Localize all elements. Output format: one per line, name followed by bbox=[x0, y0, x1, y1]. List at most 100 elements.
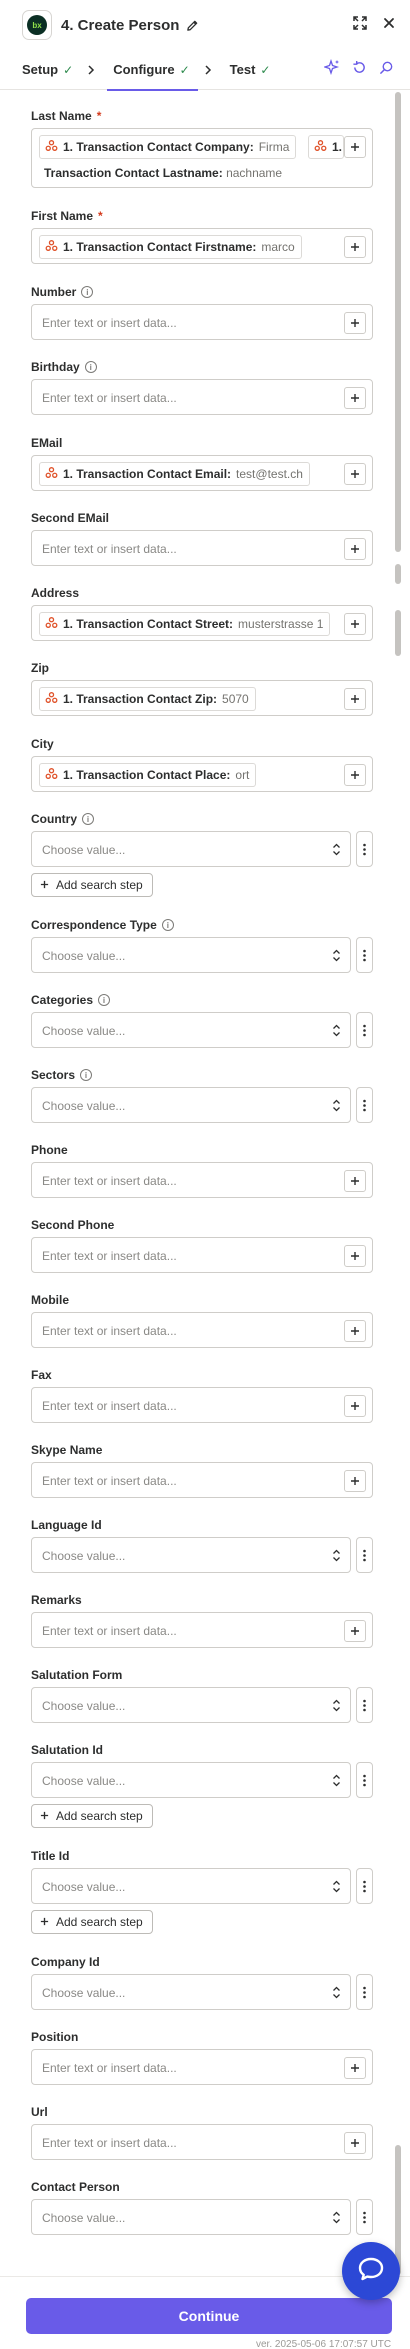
data-pill[interactable]: 1. bbox=[308, 135, 344, 159]
city-input[interactable]: 1. Transaction Contact Place: ort bbox=[31, 756, 373, 792]
tab-test[interactable]: Test ✓ bbox=[230, 50, 271, 90]
insert-data-button[interactable] bbox=[344, 136, 366, 158]
info-icon[interactable]: i bbox=[161, 919, 174, 931]
skype-name-input[interactable]: Enter text or insert data... bbox=[31, 1462, 373, 1498]
info-icon[interactable]: i bbox=[98, 994, 111, 1006]
language-id-select[interactable]: Choose value... bbox=[31, 1537, 351, 1573]
insert-data-button[interactable] bbox=[344, 1395, 366, 1417]
remarks-input[interactable]: Enter text or insert data... bbox=[31, 1612, 373, 1648]
more-options-button[interactable] bbox=[356, 1762, 373, 1798]
phone-input[interactable]: Enter text or insert data... bbox=[31, 1162, 373, 1198]
pill-value: marco bbox=[261, 240, 295, 254]
tab-configure[interactable]: Configure ✓ bbox=[107, 50, 199, 91]
field-label: Country bbox=[31, 812, 77, 826]
insert-data-button[interactable] bbox=[344, 1470, 366, 1492]
field-label: Sectors bbox=[31, 1068, 76, 1082]
title-id-select[interactable]: Choose value... bbox=[31, 1868, 351, 1904]
data-pill[interactable]: 1. Transaction Contact Company: Firma bbox=[39, 135, 297, 159]
field-label: Second EMail bbox=[31, 511, 110, 525]
refresh-icon[interactable] bbox=[352, 60, 367, 80]
correspondence-type-select[interactable]: Choose value... bbox=[31, 937, 351, 973]
insert-data-button[interactable] bbox=[344, 1620, 366, 1642]
more-options-button[interactable] bbox=[356, 1537, 373, 1573]
trigger-app-icon bbox=[45, 691, 58, 707]
more-options-button[interactable] bbox=[356, 1687, 373, 1723]
field-label: Salutation Id bbox=[31, 1743, 103, 1757]
more-options-button[interactable] bbox=[356, 1868, 373, 1904]
continue-button[interactable]: Continue bbox=[26, 2298, 392, 2334]
insert-data-button[interactable] bbox=[344, 688, 366, 710]
insert-data-button[interactable] bbox=[344, 764, 366, 786]
field-label: Correspondence Type bbox=[31, 918, 157, 932]
data-pill[interactable]: 1. Transaction Contact Street: musterstr… bbox=[39, 612, 331, 636]
data-pill-wrapped[interactable]: Transaction Contact Lastname: nachname bbox=[44, 166, 282, 180]
email-input[interactable]: 1. Transaction Contact Email: test@test.… bbox=[31, 455, 373, 491]
company-id-select[interactable]: Choose value... bbox=[31, 1974, 351, 2010]
tab-setup[interactable]: Setup ✓ bbox=[22, 50, 73, 90]
insert-data-button[interactable] bbox=[344, 613, 366, 635]
insert-data-button[interactable] bbox=[344, 2132, 366, 2154]
insert-data-button[interactable] bbox=[344, 1320, 366, 1342]
position-input[interactable]: Enter text or insert data... bbox=[31, 2049, 373, 2085]
more-options-button[interactable] bbox=[356, 1012, 373, 1048]
field-position: Position Enter text or insert data... bbox=[31, 2029, 373, 2085]
input-placeholder: Enter text or insert data... bbox=[42, 1474, 177, 1488]
sparkle-icon[interactable] bbox=[322, 58, 340, 80]
info-icon[interactable]: i bbox=[81, 286, 94, 298]
contact-person-select[interactable]: Choose value... bbox=[31, 2199, 351, 2235]
add-search-step-button[interactable]: Add search step bbox=[31, 1910, 153, 1934]
add-search-step-button[interactable]: Add search step bbox=[31, 1804, 153, 1828]
more-options-button[interactable] bbox=[356, 831, 373, 867]
salutation-id-select[interactable]: Choose value... bbox=[31, 1762, 351, 1798]
pencil-icon[interactable] bbox=[186, 19, 199, 32]
mobile-input[interactable]: Enter text or insert data... bbox=[31, 1312, 373, 1348]
last-name-input[interactable]: 1. Transaction Contact Company: Firma 1.… bbox=[31, 128, 373, 188]
chevron-updown-icon bbox=[332, 1699, 341, 1717]
field-address: Address 1. Transaction Contact Street: m… bbox=[31, 585, 373, 641]
categories-select[interactable]: Choose value... bbox=[31, 1012, 351, 1048]
more-options-button[interactable] bbox=[356, 1087, 373, 1123]
url-input[interactable]: Enter text or insert data... bbox=[31, 2124, 373, 2160]
close-icon[interactable] bbox=[382, 16, 396, 35]
chat-button[interactable] bbox=[342, 2242, 400, 2300]
second-email-input[interactable]: Enter text or insert data... bbox=[31, 530, 373, 566]
info-icon[interactable]: i bbox=[80, 1069, 93, 1081]
expand-icon[interactable] bbox=[352, 15, 368, 36]
country-select[interactable]: Choose value... bbox=[31, 831, 351, 867]
salutation-form-select[interactable]: Choose value... bbox=[31, 1687, 351, 1723]
address-input[interactable]: 1. Transaction Contact Street: musterstr… bbox=[31, 605, 373, 641]
data-pill[interactable]: 1. Transaction Contact Email: test@test.… bbox=[39, 462, 310, 486]
data-pill[interactable]: 1. Transaction Contact Firstname: marco bbox=[39, 235, 302, 259]
number-input[interactable]: Enter text or insert data... bbox=[31, 304, 373, 340]
search-icon[interactable] bbox=[379, 60, 394, 80]
more-options-button[interactable] bbox=[356, 1974, 373, 2010]
scrollbar-thumb[interactable] bbox=[395, 564, 401, 584]
scrollbar-thumb[interactable] bbox=[395, 610, 401, 656]
insert-data-button[interactable] bbox=[344, 2057, 366, 2079]
insert-data-button[interactable] bbox=[344, 463, 366, 485]
sectors-select[interactable]: Choose value... bbox=[31, 1087, 351, 1123]
birthday-input[interactable]: Enter text or insert data... bbox=[31, 379, 373, 415]
scrollbar-thumb[interactable] bbox=[395, 92, 401, 552]
data-pill[interactable]: 1. Transaction Contact Zip: 5070 bbox=[39, 687, 256, 711]
second-phone-input[interactable]: Enter text or insert data... bbox=[31, 1237, 373, 1273]
insert-data-button[interactable] bbox=[344, 1170, 366, 1192]
field-phone: Phone Enter text or insert data... bbox=[31, 1142, 373, 1198]
input-placeholder: Enter text or insert data... bbox=[42, 1249, 177, 1263]
data-pill[interactable]: 1. Transaction Contact Place: ort bbox=[39, 763, 257, 787]
zip-input[interactable]: 1. Transaction Contact Zip: 5070 bbox=[31, 680, 373, 716]
insert-data-button[interactable] bbox=[344, 1245, 366, 1267]
first-name-input[interactable]: 1. Transaction Contact Firstname: marco bbox=[31, 228, 373, 264]
more-options-button[interactable] bbox=[356, 2199, 373, 2235]
info-icon[interactable]: i bbox=[82, 813, 94, 825]
insert-data-button[interactable] bbox=[344, 538, 366, 560]
insert-data-button[interactable] bbox=[344, 236, 366, 258]
add-search-step-button[interactable]: Add search step bbox=[31, 873, 153, 897]
fax-input[interactable]: Enter text or insert data... bbox=[31, 1387, 373, 1423]
info-icon[interactable]: i bbox=[84, 361, 97, 373]
more-options-button[interactable] bbox=[356, 937, 373, 973]
insert-data-button[interactable] bbox=[344, 312, 366, 334]
insert-data-button[interactable] bbox=[344, 387, 366, 409]
chat-bubble-icon bbox=[357, 2256, 385, 2287]
field-label: First Name bbox=[31, 209, 94, 223]
